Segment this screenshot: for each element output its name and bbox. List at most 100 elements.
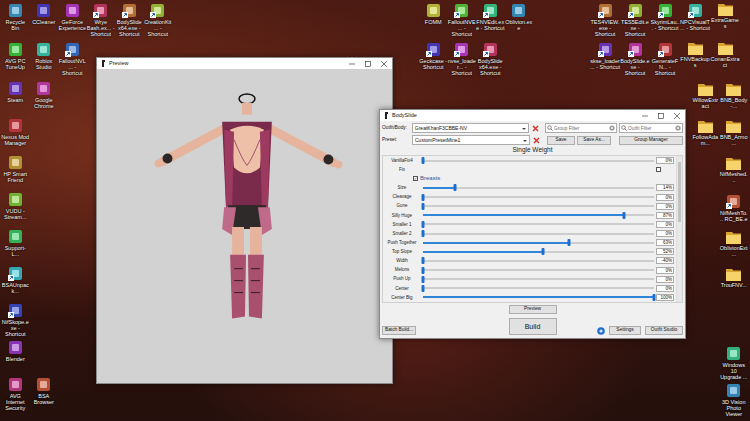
- shortcut-icon[interactable]: [454, 3, 469, 18]
- group-filter[interactable]: [545, 123, 617, 133]
- clear-search-icon[interactable]: [609, 125, 615, 131]
- shortcut-icon[interactable]: [122, 3, 137, 18]
- slider[interactable]: [423, 194, 654, 201]
- desktop-icon[interactable]: WillowExtract: [691, 82, 720, 109]
- slider-value[interactable]: 0%: [656, 276, 674, 283]
- desktop-icon[interactable]: Blender: [1, 339, 30, 362]
- icon-label[interactable]: 3D Vision Photo Viewer: [720, 399, 749, 417]
- icon-label[interactable]: ConanExtract: [710, 56, 740, 68]
- slider-thumb[interactable]: [422, 203, 425, 210]
- build-button[interactable]: Build: [509, 318, 557, 335]
- outfit-select[interactable]: GreatKhanF3CBBE-NV: [412, 123, 529, 133]
- preview-viewport[interactable]: [97, 69, 392, 383]
- icon-label[interactable]: Nexus Mod Manager: [1, 134, 30, 146]
- icon-label[interactable]: SkyrimLau... - Shortcut: [650, 19, 680, 31]
- title-bar[interactable]: Preview: [97, 58, 392, 69]
- icon-label[interactable]: Oblivion.exe: [505, 19, 534, 31]
- icon-label[interactable]: BSA Browser: [30, 393, 59, 405]
- icon-label[interactable]: Blender: [1, 356, 30, 362]
- slider-track[interactable]: [423, 287, 654, 289]
- slider-track[interactable]: [423, 187, 654, 189]
- desktop-icon[interactable]: NifSkope.exe - Shortcut: [1, 302, 30, 337]
- desktop-icon[interactable]: BNB_Body-...: [720, 82, 749, 109]
- slider-track[interactable]: [423, 242, 654, 244]
- icon-label[interactable]: BSAUnpack...: [1, 282, 30, 294]
- app-icon[interactable]: [8, 340, 23, 355]
- folder-icon[interactable]: [698, 120, 713, 133]
- desktop-icon[interactable]: Geckcase - Shortcut: [419, 41, 448, 70]
- desktop-icon[interactable]: FNVBackups: [680, 41, 710, 68]
- folder-icon[interactable]: [726, 120, 741, 133]
- slider-thumb[interactable]: [454, 184, 457, 191]
- app-icon[interactable]: [36, 3, 51, 18]
- desktop-icon[interactable]: NifMeshed...: [720, 156, 749, 183]
- desktop-icon[interactable]: Google Chrome: [30, 80, 59, 109]
- icon-label[interactable]: Geckcase - Shortcut: [419, 58, 448, 70]
- slider-track[interactable]: [423, 233, 654, 235]
- slider-track[interactable]: [423, 196, 654, 198]
- shortcut-icon[interactable]: [483, 42, 498, 57]
- icon-label[interactable]: CreationKit... - Shortcut: [144, 19, 173, 37]
- folder-icon[interactable]: [726, 83, 741, 96]
- slider-value[interactable]: 0%: [656, 230, 674, 237]
- app-icon[interactable]: [36, 42, 51, 57]
- desktop-icon[interactable]: TES5Edit.exe - Shortcut: [620, 2, 650, 37]
- icon-label[interactable]: Google Chrome: [30, 97, 59, 109]
- slider-value[interactable]: 0%: [656, 194, 674, 201]
- slider[interactable]: [423, 212, 654, 219]
- desktop-icon[interactable]: HP Smart Friend: [1, 154, 30, 183]
- slider[interactable]: [423, 239, 654, 246]
- folder-icon[interactable]: [698, 83, 713, 96]
- desktop[interactable]: Recycle BinCCleanerGeForce ExperienceWry…: [0, 0, 750, 421]
- desktop-icon[interactable]: FOMM: [419, 2, 448, 25]
- slider[interactable]: [423, 257, 654, 264]
- slider-checkbox[interactable]: [656, 167, 661, 172]
- icon-label[interactable]: NifSkope.exe - Shortcut: [1, 319, 30, 337]
- slider-value[interactable]: 87%: [656, 212, 674, 219]
- save-as-button[interactable]: Save As...: [577, 136, 611, 145]
- app-icon[interactable]: [8, 118, 23, 133]
- slider-thumb[interactable]: [422, 276, 425, 283]
- icon-label[interactable]: BNB_Armo...: [720, 134, 749, 146]
- desktop-icon[interactable]: Wrye Bash.ex... - Shortcut: [87, 2, 116, 37]
- maximize-button[interactable]: [653, 110, 669, 121]
- shortcut-icon[interactable]: [65, 42, 80, 57]
- folder-icon[interactable]: [726, 231, 741, 244]
- icon-label[interactable]: FNVBackups: [680, 56, 710, 68]
- app-icon[interactable]: [8, 155, 23, 170]
- group-manager-button[interactable]: Group Manager: [619, 136, 683, 145]
- desktop-icon[interactable]: AVG PC TuneUp: [1, 41, 30, 70]
- desktop-icon[interactable]: skse_loader... - Shortcut: [590, 41, 620, 70]
- delete-preset-button[interactable]: [532, 136, 541, 145]
- app-icon[interactable]: [36, 377, 51, 392]
- outfit-studio-button[interactable]: Outfit Studio: [645, 326, 683, 335]
- slider-value[interactable]: 0%: [656, 157, 674, 164]
- icon-label[interactable]: HP Smart Friend: [1, 171, 30, 183]
- desktop-icon[interactable]: ConanExtract: [710, 41, 740, 68]
- desktop-icon[interactable]: GenerateFN... - Shortcut: [650, 41, 680, 76]
- clear-icon[interactable]: [533, 137, 540, 144]
- desktop-icon[interactable]: FollowAdam...: [691, 119, 720, 146]
- save-button[interactable]: Save: [547, 136, 575, 145]
- desktop-icon[interactable]: FNVEdit.exe - Shortcut: [476, 2, 505, 31]
- slider-track[interactable]: [423, 260, 654, 262]
- slider-thumb[interactable]: [422, 257, 425, 264]
- slider[interactable]: [423, 267, 654, 274]
- slider-track[interactable]: [423, 269, 654, 271]
- desktop-icon[interactable]: Roblox Studio: [30, 41, 59, 70]
- slider-value[interactable]: 0%: [656, 285, 674, 292]
- scrollbar-thumb[interactable]: [678, 162, 681, 222]
- desktop-icon[interactable]: NifMeshTo... RC_BE.e: [720, 193, 749, 222]
- desktop-icon[interactable]: CCleaner: [30, 2, 59, 25]
- app-icon[interactable]: [8, 229, 23, 244]
- app-icon[interactable]: [8, 81, 23, 96]
- folder-icon[interactable]: [718, 3, 733, 16]
- app-icon[interactable]: [426, 3, 441, 18]
- desktop-icon[interactable]: Steam: [1, 80, 30, 103]
- folder-icon[interactable]: [726, 268, 741, 281]
- folder-icon[interactable]: [726, 157, 741, 170]
- slider-thumb[interactable]: [422, 194, 425, 201]
- desktop-icon[interactable]: Support-L...: [1, 228, 30, 257]
- icon-label[interactable]: CCleaner: [30, 19, 59, 25]
- shortcut-icon[interactable]: [688, 3, 703, 18]
